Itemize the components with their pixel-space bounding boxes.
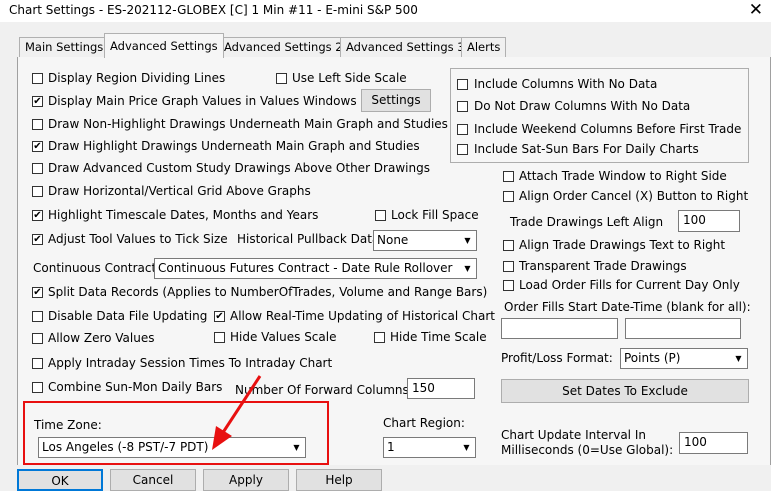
tab-advanced-settings[interactable]: Advanced Settings [104, 33, 224, 58]
draw-advanced-custom-study-checkbox[interactable] [32, 163, 43, 174]
lock-fill-space-label: Lock Fill Space [391, 208, 479, 222]
display-main-price-values-checkbox[interactable]: ✔ [32, 96, 43, 107]
chevron-down-icon: ▼ [460, 260, 475, 277]
include-sat-sun-bars-label: Include Sat-Sun Bars For Daily Charts [474, 142, 699, 156]
tab-advanced-settings-2[interactable]: Advanced Settings 2 [218, 37, 349, 57]
disable-data-file-updating-checkbox[interactable] [32, 311, 43, 322]
trade-drawings-left-align-input[interactable]: 100 [678, 210, 740, 232]
attach-trade-window-checkbox[interactable] [503, 171, 514, 182]
chart-region-select[interactable]: 1 ▼ [383, 437, 476, 458]
continuous-contract-value: Continuous Futures Contract - Date Rule … [158, 261, 453, 275]
split-data-records-label: Split Data Records (Applies to NumberOfT… [48, 285, 488, 299]
align-trade-drawings-text-checkbox[interactable] [503, 240, 514, 251]
draw-advanced-custom-study-label: Draw Advanced Custom Study Drawings Abov… [48, 161, 430, 175]
allow-realtime-updating-checkbox[interactable]: ✔ [214, 311, 225, 322]
combine-sun-mon-checkbox[interactable] [32, 382, 43, 393]
load-order-fills-label: Load Order Fills for Current Day Only [519, 278, 740, 292]
draw-grid-above-graphs-checkbox[interactable] [32, 186, 43, 197]
lock-fill-space-checkbox[interactable] [375, 210, 386, 221]
cancel-button[interactable]: Cancel [110, 469, 196, 491]
draw-non-highlight-drawings-label: Draw Non-Highlight Drawings Underneath M… [48, 117, 448, 131]
profit-loss-format-select[interactable]: Points (P) ▼ [620, 348, 748, 369]
order-fills-start-date-input[interactable] [501, 318, 618, 339]
window-title: Chart Settings - ES-202112-GLOBEX [C] 1 … [9, 3, 418, 17]
order-fills-start-label: Order Fills Start Date-Time (blank for a… [504, 300, 751, 314]
include-columns-no-data-checkbox[interactable] [457, 79, 468, 90]
tab-main-settings[interactable]: Main Settings [19, 37, 110, 57]
apply-intraday-session-checkbox[interactable] [32, 358, 43, 369]
profit-loss-format-value: Points (P) [624, 351, 681, 365]
adjust-tool-values-label: Adjust Tool Values to Tick Size [48, 232, 228, 246]
transparent-trade-drawings-label: Transparent Trade Drawings [519, 259, 687, 273]
chart-update-interval-label-line2: Milliseconds (0=Use Global): [501, 443, 674, 457]
load-order-fills-checkbox[interactable] [503, 280, 514, 291]
continuous-contract-select[interactable]: Continuous Futures Contract - Date Rule … [154, 258, 477, 279]
historical-pullback-label: Historical Pullback Data: [237, 232, 384, 246]
display-region-dividing-lines-checkbox[interactable] [32, 73, 43, 84]
chart-update-interval-label-line1: Chart Update Interval In [501, 428, 646, 442]
include-weekend-columns-checkbox[interactable] [457, 124, 468, 135]
align-order-cancel-checkbox[interactable] [503, 191, 514, 202]
adjust-tool-values-checkbox[interactable]: ✔ [32, 234, 43, 245]
help-button[interactable]: Help [296, 469, 382, 491]
chevron-down-icon: ▼ [289, 439, 304, 456]
do-not-draw-columns-label: Do Not Draw Columns With No Data [474, 99, 691, 113]
time-zone-label: Time Zone: [34, 418, 102, 432]
annotation-arrow-icon [212, 375, 262, 450]
combine-sun-mon-label: Combine Sun-Mon Daily Bars [48, 380, 223, 394]
display-main-price-values-label: Display Main Price Graph Values in Value… [48, 94, 357, 108]
chart-update-interval-input[interactable]: 100 [679, 432, 748, 454]
attach-trade-window-label: Attach Trade Window to Right Side [519, 169, 727, 183]
draw-non-highlight-drawings-checkbox[interactable] [32, 119, 43, 130]
align-order-cancel-label: Align Order Cancel (X) Button to Right [519, 189, 749, 203]
chevron-down-icon: ▼ [459, 439, 474, 456]
do-not-draw-columns-checkbox[interactable] [457, 101, 468, 112]
time-zone-value: Los Angeles (-8 PST/-7 PDT) [42, 440, 209, 454]
chevron-down-icon: ▼ [731, 350, 746, 367]
disable-data-file-updating-label: Disable Data File Updating [48, 309, 208, 323]
tab-advanced-settings-3[interactable]: Advanced Settings 3 [340, 37, 471, 57]
hide-values-scale-checkbox[interactable] [214, 332, 225, 343]
draw-grid-above-graphs-label: Draw Horizontal/Vertical Grid Above Grap… [48, 184, 311, 198]
close-icon[interactable]: ✕ [749, 0, 763, 21]
apply-intraday-session-label: Apply Intraday Session Times To Intraday… [48, 356, 333, 370]
highlight-timescale-checkbox[interactable]: ✔ [32, 210, 43, 221]
chart-region-label: Chart Region: [383, 416, 465, 430]
use-left-side-scale-label: Use Left Side Scale [292, 71, 407, 85]
tab-alerts[interactable]: Alerts [461, 37, 507, 57]
forward-columns-input[interactable]: 150 [407, 378, 475, 399]
allow-zero-values-checkbox[interactable] [32, 333, 43, 344]
settings-button[interactable]: Settings [361, 89, 431, 112]
ok-button[interactable]: OK [17, 469, 103, 491]
continuous-contract-label: Continuous Contract: [33, 261, 161, 275]
chevron-down-icon: ▼ [460, 232, 475, 249]
draw-highlight-drawings-checkbox[interactable]: ✔ [32, 141, 43, 152]
allow-zero-values-label: Allow Zero Values [48, 331, 155, 345]
include-weekend-columns-label: Include Weekend Columns Before First Tra… [474, 122, 742, 136]
order-fills-start-time-input[interactable] [625, 318, 741, 339]
historical-pullback-select[interactable]: None ▼ [373, 230, 477, 251]
hide-time-scale-checkbox[interactable] [374, 332, 385, 343]
transparent-trade-drawings-checkbox[interactable] [503, 261, 514, 272]
chart-region-value: 1 [387, 440, 395, 454]
hide-values-scale-label: Hide Values Scale [230, 330, 337, 344]
hide-time-scale-label: Hide Time Scale [390, 330, 487, 344]
align-trade-drawings-text-label: Align Trade Drawings Text to Right [519, 238, 726, 252]
display-region-dividing-lines-label: Display Region Dividing Lines [48, 71, 226, 85]
allow-realtime-updating-label: Allow Real-Time Updating of Historical C… [230, 309, 495, 323]
split-data-records-checkbox[interactable]: ✔ [32, 287, 43, 298]
include-sat-sun-bars-checkbox[interactable] [457, 144, 468, 155]
apply-button[interactable]: Apply [203, 469, 289, 491]
use-left-side-scale-checkbox[interactable] [276, 73, 287, 84]
historical-pullback-value: None [377, 233, 409, 247]
trade-drawings-left-align-label: Trade Drawings Left Align [510, 215, 664, 229]
draw-highlight-drawings-label: Draw Highlight Drawings Underneath Main … [48, 139, 420, 153]
include-columns-no-data-label: Include Columns With No Data [474, 77, 658, 91]
profit-loss-format-label: Profit/Loss Format: [501, 351, 613, 365]
highlight-timescale-label: Highlight Timescale Dates, Months and Ye… [48, 208, 319, 222]
set-dates-to-exclude-button[interactable]: Set Dates To Exclude [501, 379, 749, 403]
